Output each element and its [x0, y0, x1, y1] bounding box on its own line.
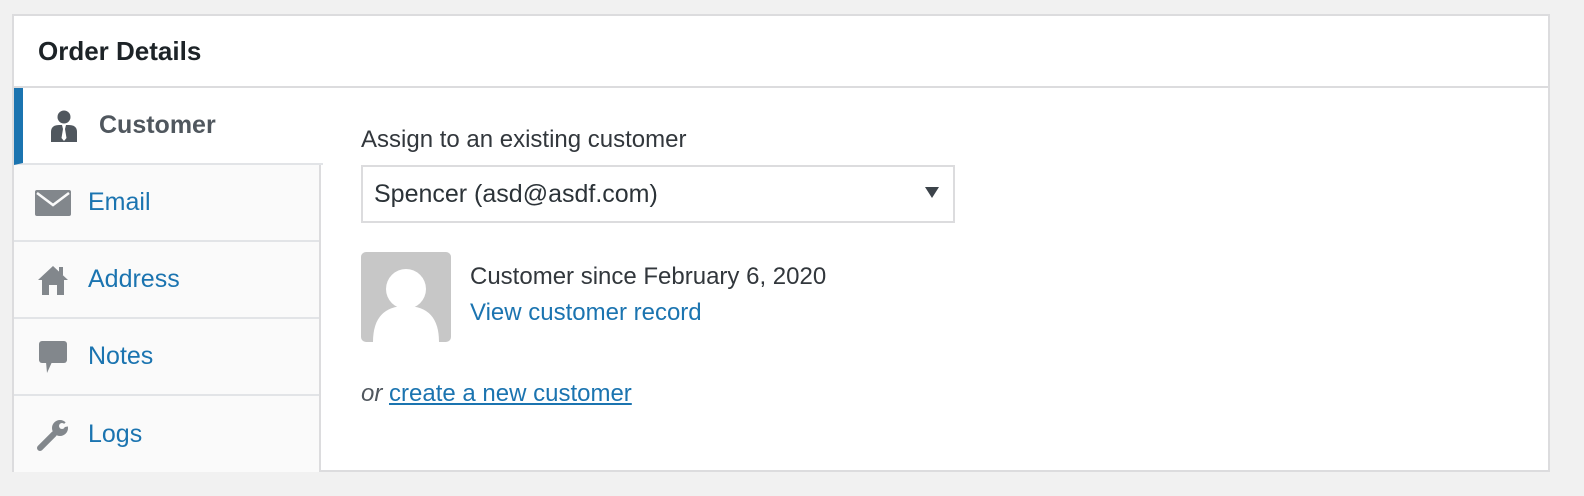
tab-customer[interactable]: Customer	[14, 88, 323, 165]
create-customer-line: or create a new customer	[361, 380, 632, 408]
dropdown-arrow-icon	[925, 187, 939, 198]
view-customer-record-link[interactable]: View customer record	[470, 299, 702, 327]
selected-customer-value: Spencer (asd@asdf.com)	[374, 179, 658, 208]
tab-email[interactable]: Email	[14, 165, 319, 242]
tab-address[interactable]: Address	[14, 242, 319, 319]
order-details-panel: Order Details Customer Email Address Not…	[12, 14, 1550, 472]
tab-list: Customer Email Address Notes Logs	[14, 88, 323, 473]
panel-title: Order Details	[38, 35, 202, 66]
tab-notes-label: Notes	[88, 342, 154, 370]
tab-address-label: Address	[88, 265, 180, 293]
customer-select[interactable]: Spencer (asd@asdf.com)	[361, 165, 955, 223]
assign-customer-label: Assign to an existing customer	[361, 126, 687, 153]
speech-bubble-icon	[35, 339, 71, 375]
tab-notes[interactable]: Notes	[14, 319, 319, 396]
tab-logs-label: Logs	[88, 420, 143, 448]
wrench-icon	[35, 417, 71, 453]
tab-customer-label: Customer	[99, 111, 216, 139]
tab-logs[interactable]: Logs	[14, 396, 319, 473]
avatar	[361, 252, 451, 342]
avatar-placeholder-icon	[373, 269, 439, 342]
envelope-icon	[35, 185, 71, 221]
home-icon	[35, 262, 71, 298]
create-new-customer-link[interactable]: create a new customer	[389, 380, 632, 407]
panel-body: Customer Email Address Notes Logs Assign…	[14, 88, 1548, 472]
customer-tab-content: Assign to an existing customer Spencer (…	[361, 88, 1548, 472]
panel-header: Order Details	[14, 16, 1548, 88]
tab-email-label: Email	[88, 188, 151, 216]
customer-since-text: Customer since February 6, 2020	[470, 263, 827, 290]
user-icon	[46, 108, 82, 144]
or-text: or	[361, 380, 383, 407]
